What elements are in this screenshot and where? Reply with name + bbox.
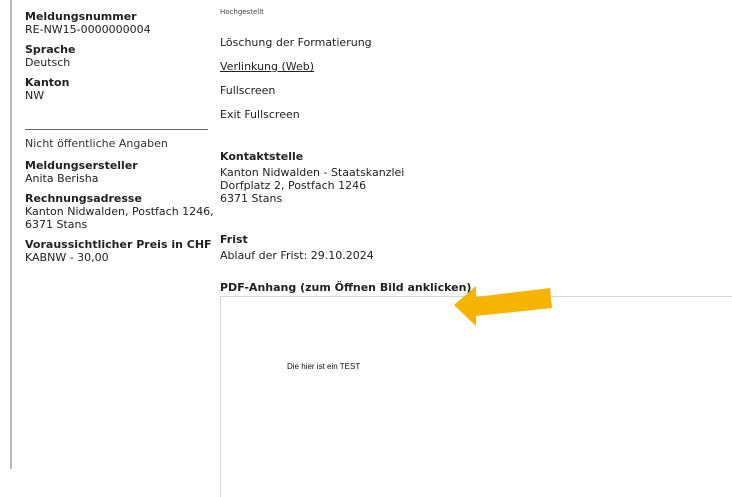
- deadline-title: Frist: [220, 233, 248, 246]
- toolbar-hint-hochgestellt: Hochgestellt: [220, 8, 264, 16]
- contact-line: Kanton Nidwalden - Staatskanzlei: [220, 166, 405, 179]
- field-label: Voraussichtlicher Preis in CHF: [25, 238, 212, 251]
- field-sprache: Sprache Deutsch: [25, 43, 215, 69]
- page-left-border: [10, 0, 12, 469]
- field-label: Meldungsnummer: [25, 10, 137, 23]
- field-value: RE-NW15-0000000004: [25, 23, 151, 36]
- contact-line: 6371 Stans: [220, 192, 283, 205]
- menu-item-fullscreen[interactable]: Fullscreen: [220, 84, 275, 97]
- field-value: Kanton Nidwalden, Postfach 1246, 6371 St…: [25, 205, 214, 231]
- field-label: Rechnungsadresse: [25, 192, 142, 205]
- menu-item-clear-format[interactable]: Löschung der Formatierung: [220, 36, 372, 49]
- contact-title: Kontaktstelle: [220, 150, 304, 163]
- menu-item-link-web[interactable]: Verlinkung (Web): [220, 60, 314, 73]
- field-label: Sprache: [25, 43, 76, 56]
- contact-line: Dorfplatz 2, Postfach 1246: [220, 179, 367, 192]
- private-info-panel: Meldungsersteller Anita Berisha Rechnung…: [25, 159, 215, 271]
- field-preis: Voraussichtlicher Preis in CHF KABNW - 3…: [25, 238, 215, 264]
- field-kanton: Kanton NW: [25, 76, 215, 102]
- menu-item-exit-fullscreen[interactable]: Exit Fullscreen: [220, 108, 300, 121]
- public-info-panel: Meldungsnummer RE-NW15-0000000004 Sprach…: [25, 10, 215, 109]
- field-label: Meldungsersteller: [25, 159, 138, 172]
- deadline-section: Frist Ablauf der Frist: 29.10.2024: [220, 233, 374, 262]
- field-rechnungsadresse: Rechnungsadresse Kanton Nidwalden, Postf…: [25, 192, 215, 231]
- field-value: NW: [25, 89, 45, 102]
- section-divider: [25, 129, 208, 130]
- field-meldungsnummer: Meldungsnummer RE-NW15-0000000004: [25, 10, 215, 36]
- section-title-private: Nicht öffentliche Angaben: [25, 137, 168, 150]
- deadline-text: Ablauf der Frist: 29.10.2024: [220, 249, 374, 262]
- field-meldungsersteller: Meldungsersteller Anita Berisha: [25, 159, 215, 185]
- pdf-preview-text: Die hier ist ein TEST: [287, 362, 361, 371]
- yellow-arrow-icon: [454, 286, 552, 326]
- field-value: Deutsch: [25, 56, 71, 69]
- field-label: Kanton: [25, 76, 70, 89]
- field-value: KABNW - 30,00: [25, 251, 109, 264]
- pdf-attachment-title: PDF-Anhang (zum Öffnen Bild anklicken): [220, 281, 472, 294]
- contact-section: Kontaktstelle Kanton Nidwalden - Staatsk…: [220, 150, 404, 205]
- field-value: Anita Berisha: [25, 172, 99, 185]
